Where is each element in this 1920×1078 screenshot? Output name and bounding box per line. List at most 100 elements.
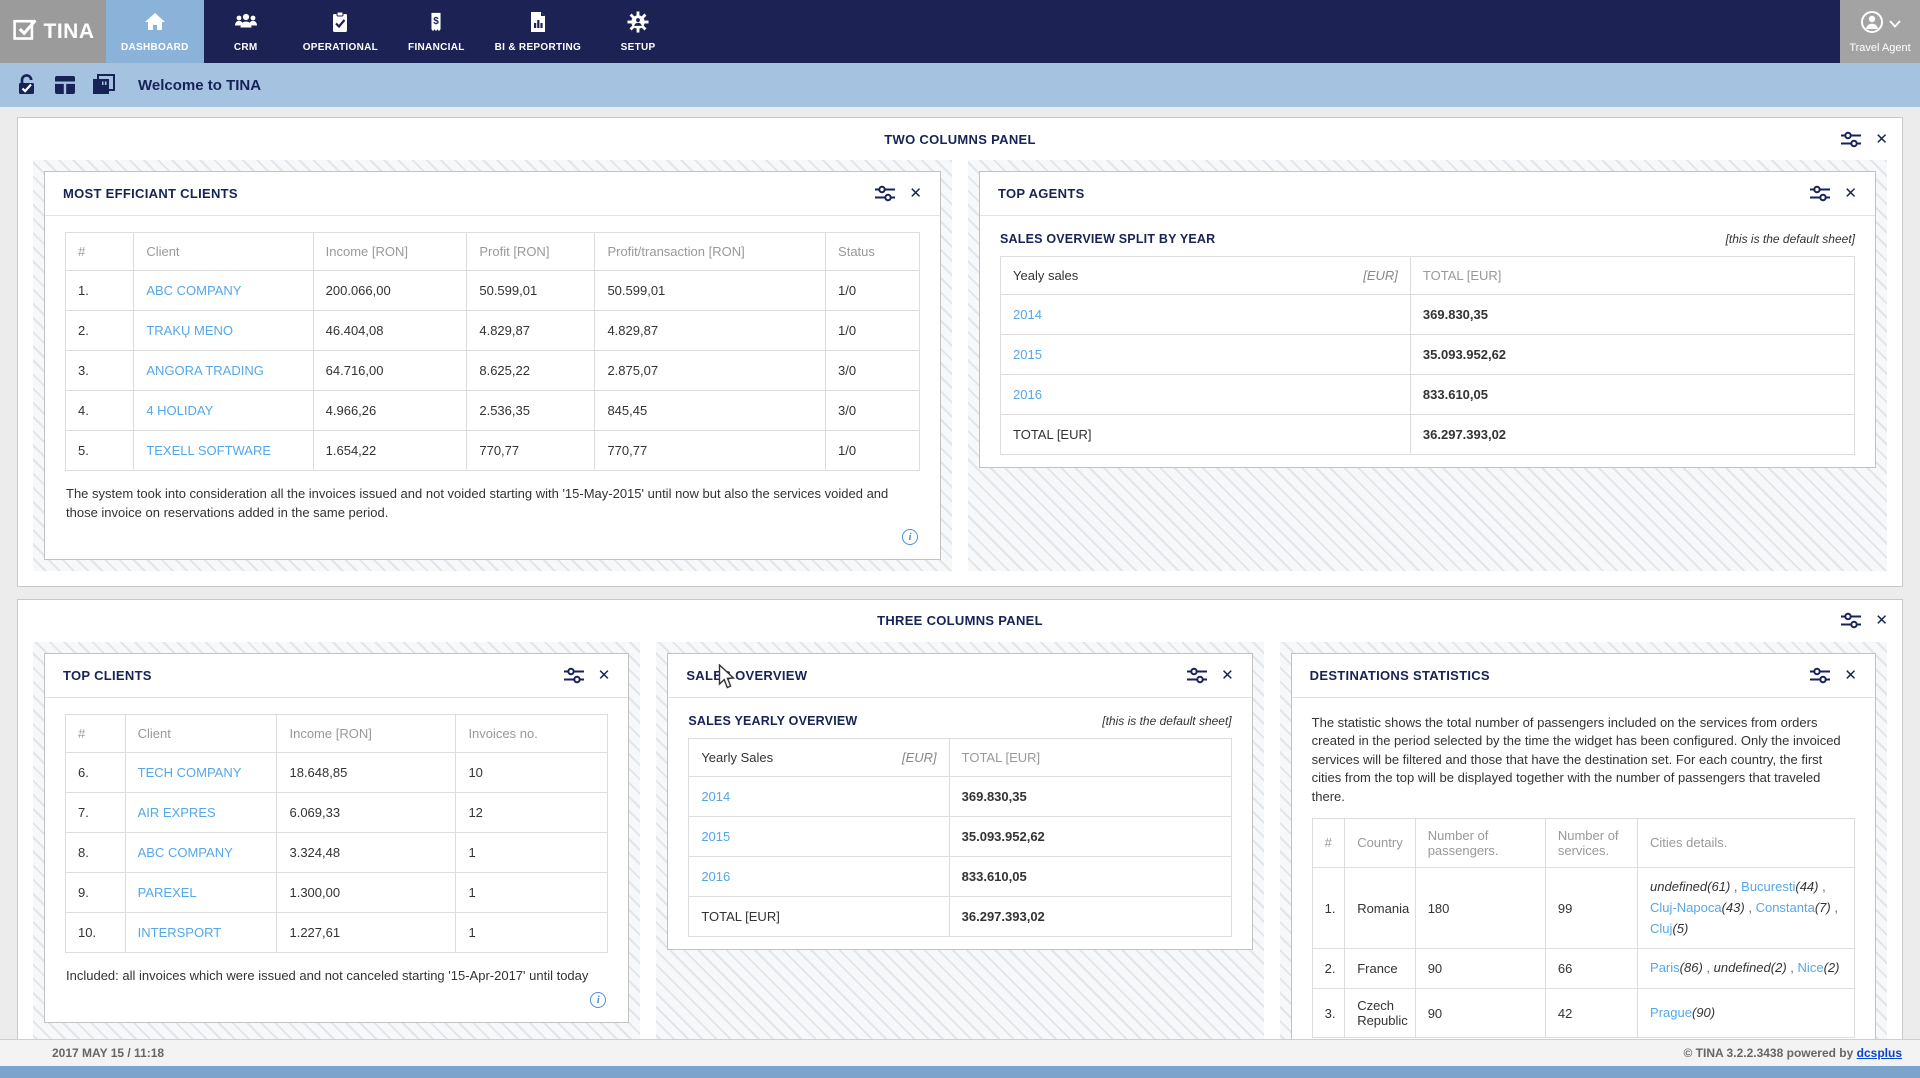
row-index: 2. — [64, 310, 135, 351]
city-link[interactable]: Prague — [1650, 1005, 1692, 1020]
city-link[interactable]: Nice — [1798, 960, 1824, 975]
table-row: 6. TECH COMPANY 18.648,85 10 — [65, 751, 609, 793]
widget-settings-icon[interactable] — [1810, 667, 1831, 684]
lock-check-icon[interactable] — [14, 72, 40, 98]
page-title: Welcome to TINA — [138, 76, 262, 94]
panel-close-icon[interactable]: ✕ — [1875, 132, 1888, 147]
chevron-down-icon — [1888, 15, 1901, 33]
city-link[interactable]: Constanta — [1756, 900, 1815, 915]
col-header: Income [RON] — [276, 713, 457, 753]
profit-cell: 2.536,35 — [466, 390, 596, 431]
profit-tx-cell: 2.875,07 — [594, 350, 827, 391]
widget-wrapper: TOP AGENTS ✕ SALES OVERVIEW SPLIT BY YEA… — [968, 160, 1887, 571]
profit-cell: 8.625,22 — [466, 350, 596, 391]
year-link[interactable]: 2015 — [1013, 347, 1042, 362]
nav-tab-setup[interactable]: SETUP — [596, 0, 680, 63]
year-link[interactable]: 2015 — [701, 829, 730, 844]
widget-settings-icon[interactable] — [875, 185, 896, 202]
widget-settings-icon[interactable] — [1187, 667, 1208, 684]
year-link[interactable]: 2016 — [701, 869, 730, 884]
row-index: 4. — [64, 390, 135, 431]
three-columns-panel-titlebar: THREE COLUMNS PANEL ✕ — [18, 600, 1902, 642]
status-cell: 1/0 — [825, 310, 920, 351]
col-header: Number of passengers. — [1414, 817, 1546, 868]
city-link[interactable]: Cluj-Napoca — [1650, 900, 1722, 915]
row-index: 1. — [1311, 866, 1346, 950]
save-sheet-icon[interactable] — [90, 72, 116, 98]
client-link[interactable]: ANGORA TRADING — [146, 363, 264, 378]
city-link[interactable]: Paris — [1650, 960, 1680, 975]
brand-name: TINA — [43, 19, 95, 43]
widget-footnote: The system took into consideration all t… — [66, 486, 889, 520]
copyright-text: © TINA 3.2.2.3438 powered by — [1683, 1046, 1854, 1060]
nav-tab-dashboard[interactable]: DASHBOARD — [106, 0, 204, 63]
nav-tab-bi-reporting[interactable]: BI & REPORTING — [480, 0, 596, 63]
client-link[interactable]: TECH COMPANY — [138, 765, 242, 780]
widget-close-icon[interactable]: ✕ — [598, 668, 611, 683]
nav-tab-crm[interactable]: CRM — [204, 0, 288, 63]
table-row: 2016 833.610,05 — [688, 855, 1232, 897]
widget-wrapper: TOP CLIENTS ✕ # Client Income [RON] Invo… — [33, 641, 641, 1063]
nav-tab-label: DASHBOARD — [121, 41, 189, 53]
panel-settings-icon[interactable] — [1841, 612, 1862, 629]
city-count: (44) — [1795, 878, 1819, 894]
table-row: 5. TEXELL SOFTWARE 1.654,22 770,77 770,7… — [64, 430, 920, 471]
client-link[interactable]: PAREXEL — [138, 885, 197, 900]
panel-settings-icon[interactable] — [1841, 131, 1862, 148]
client-link[interactable]: AIR EXPRES — [138, 805, 216, 820]
nav-tab-label: CRM — [233, 41, 258, 53]
year-link[interactable]: 2014 — [701, 789, 730, 804]
income-cell: 4.966,26 — [312, 390, 468, 431]
city-count: (86) — [1679, 960, 1703, 976]
status-cell: 1/0 — [825, 430, 920, 471]
nav-tab-label: SETUP — [620, 41, 656, 53]
widget-close-icon[interactable]: ✕ — [1844, 186, 1857, 201]
table-row: 3. Czech Republic 90 42 Prague(90) — [1311, 988, 1855, 1039]
table-header-row: Yearly Sales [EUR] TOTAL [EUR] — [688, 737, 1232, 777]
col-header: Yealy sales — [1013, 268, 1079, 283]
col-header: Profit [RON] — [466, 232, 596, 271]
widget-subtitle: SALES OVERVIEW SPLIT BY YEAR — [1000, 232, 1216, 246]
nav-tab-financial[interactable]: $ FINANCIAL — [393, 0, 480, 63]
user-menu[interactable]: Travel Agent — [1840, 0, 1920, 63]
invoices-cell: 10 — [455, 751, 609, 793]
gear-icon — [627, 10, 649, 38]
widget-close-icon[interactable]: ✕ — [1844, 668, 1857, 683]
services-cell: 66 — [1544, 948, 1639, 990]
year-link[interactable]: 2016 — [1013, 387, 1042, 402]
info-icon[interactable]: i — [902, 528, 918, 545]
brand-logo[interactable]: TINA — [0, 0, 106, 63]
info-icon[interactable]: i — [590, 991, 607, 1008]
nav-tab-operational[interactable]: OPERATIONAL — [288, 0, 393, 63]
year-link[interactable]: 2014 — [1013, 307, 1042, 322]
widget-settings-icon[interactable] — [563, 667, 584, 684]
cities-cell: Prague(90) — [1637, 988, 1855, 1039]
income-cell: 3.324,48 — [276, 831, 457, 873]
city-link[interactable]: Cluj — [1650, 921, 1672, 936]
widget-settings-icon[interactable] — [1810, 185, 1831, 202]
row-index: 2. — [1311, 948, 1346, 990]
table-row: 2015 35.093.952,62 — [688, 815, 1232, 857]
table-row: 4. 4 HOLIDAY 4.966,26 2.536,35 845,45 3/… — [64, 390, 920, 431]
client-link[interactable]: 4 HOLIDAY — [146, 403, 213, 418]
widget-close-icon[interactable]: ✕ — [909, 186, 922, 201]
client-link[interactable]: ABC COMPANY — [146, 283, 241, 298]
welcome-toolbar: Welcome to TINA — [0, 63, 1920, 107]
table-total-row: TOTAL [EUR] 36.297.393,02 — [688, 895, 1232, 937]
client-link[interactable]: ABC COMPANY — [138, 845, 233, 860]
profit-cell: 4.829,87 — [466, 310, 596, 351]
table-header-row: # Country Number of passengers. Number o… — [1311, 817, 1855, 868]
widget-close-icon[interactable]: ✕ — [1221, 668, 1234, 683]
city-link[interactable]: Bucuresti — [1741, 879, 1795, 894]
nav-tab-label: FINANCIAL — [408, 41, 465, 53]
client-link[interactable]: TEXELL SOFTWARE — [146, 443, 271, 458]
col-header: Client — [124, 713, 278, 753]
col-header: Client — [133, 232, 314, 271]
client-link[interactable]: TRAKŲ MENO — [146, 323, 233, 338]
vendor-link[interactable]: dcsplus — [1857, 1046, 1902, 1060]
total-cell: 833.610,05 — [1409, 374, 1856, 415]
layout-columns-icon[interactable] — [52, 72, 78, 98]
client-link[interactable]: INTERSPORT — [138, 925, 222, 940]
destinations-statistics-widget: DESTINATIONS STATISTICS ✕ The statistic … — [1290, 652, 1876, 1052]
panel-close-icon[interactable]: ✕ — [1875, 613, 1888, 628]
